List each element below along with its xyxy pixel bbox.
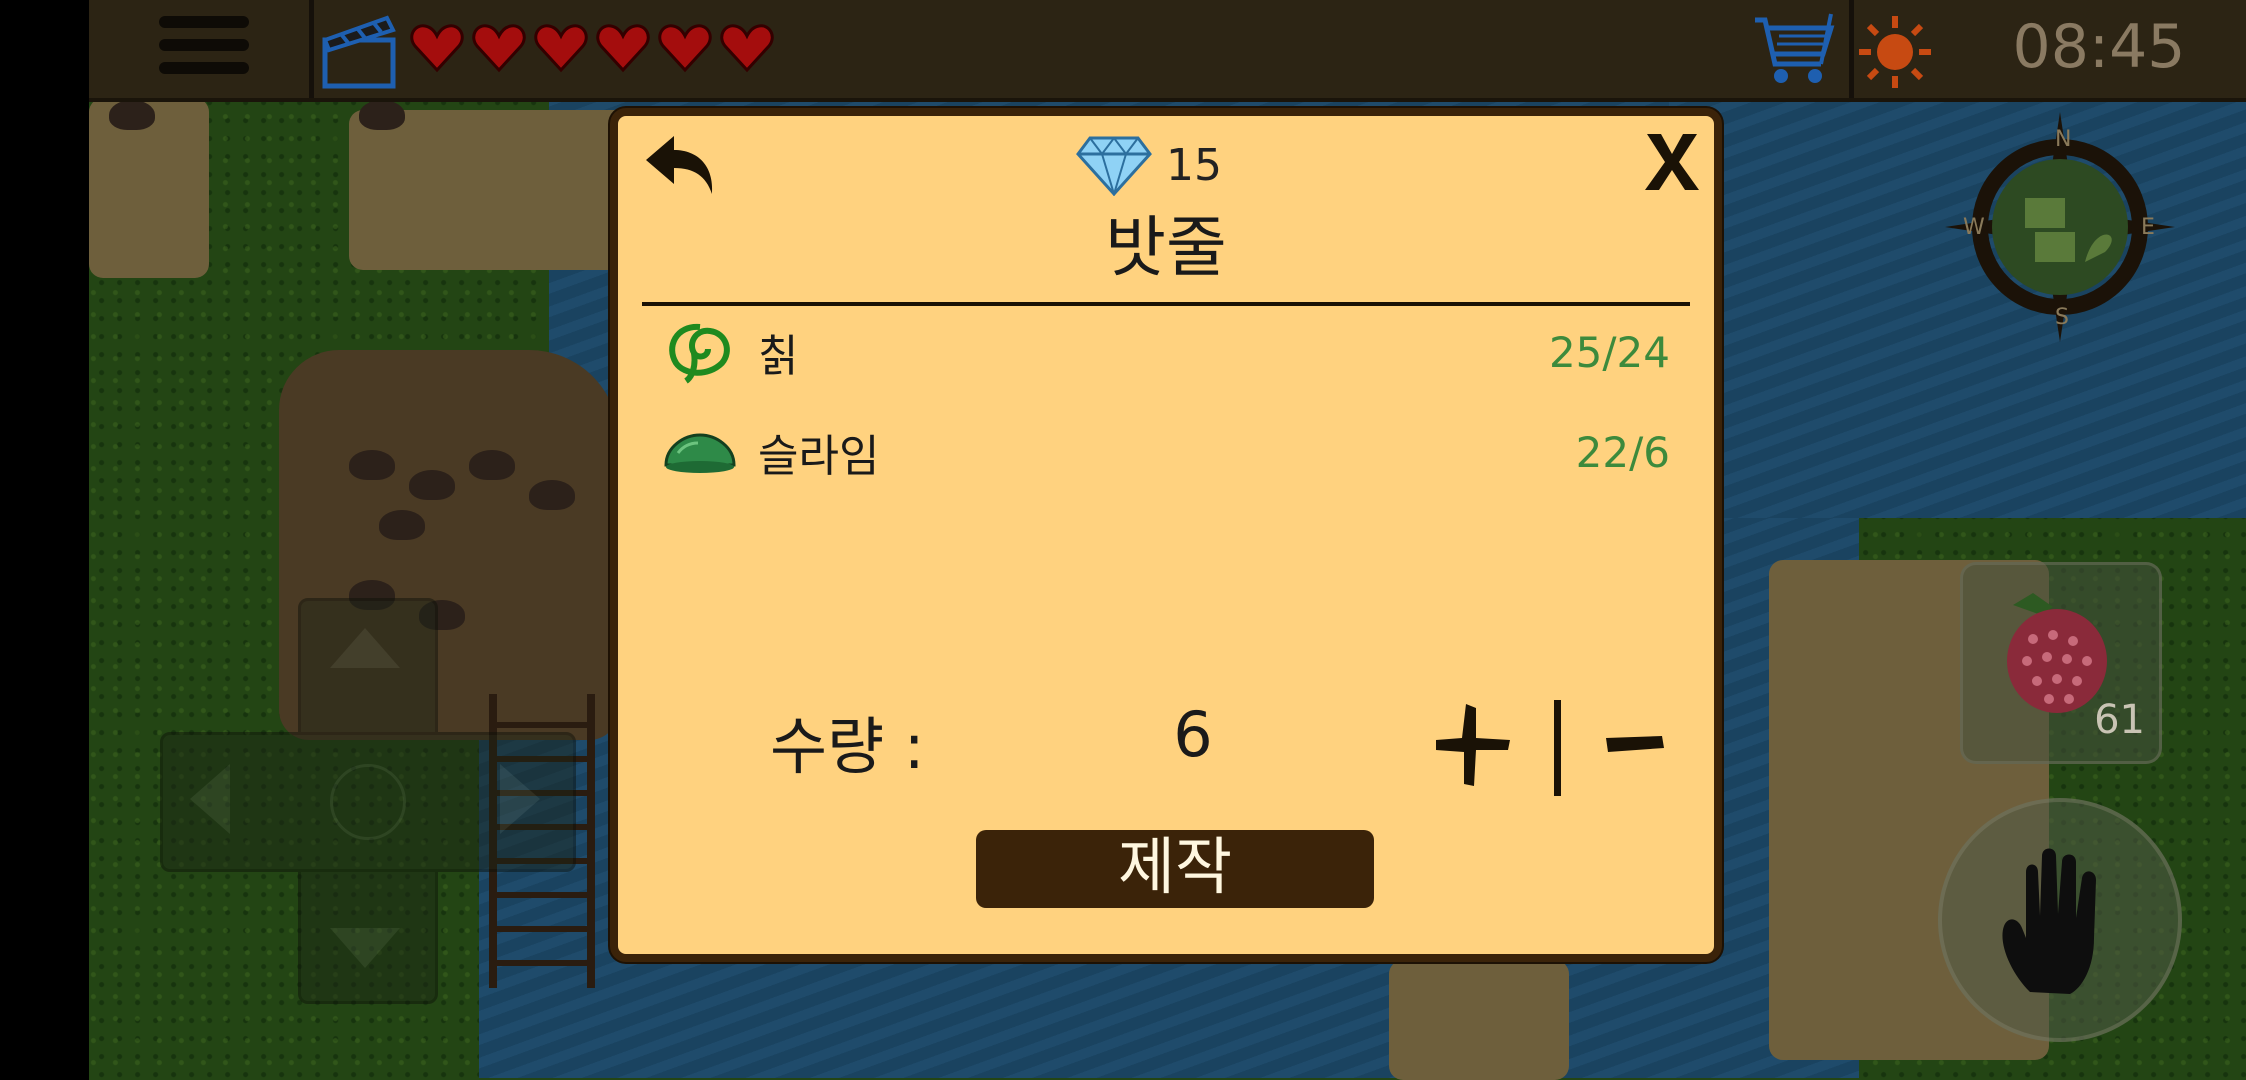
ingredient-row: 칡 25/24 (662, 312, 1670, 392)
gem-count: 15 (1166, 140, 1222, 191)
arrow-left-icon[interactable] (190, 764, 230, 834)
plus-icon[interactable] (1432, 700, 1512, 790)
craft-button[interactable]: 제작 (976, 830, 1374, 908)
back-arrow-icon[interactable] (642, 132, 718, 198)
arrow-right-icon[interactable] (500, 764, 540, 834)
heart-icon (472, 24, 526, 73)
rock (359, 100, 405, 130)
heart-icon (596, 24, 650, 73)
vine-icon (669, 323, 730, 384)
sun-icon (1859, 16, 1931, 88)
svg-text:W: W (1963, 215, 1985, 240)
quantity-label: 수량 : (770, 710, 925, 783)
ingredient-name: 슬라임 (758, 431, 880, 482)
ingredient-row: 슬라임 22/6 (662, 412, 1670, 492)
sand-terrain (1389, 960, 1569, 1080)
rock (409, 470, 455, 500)
interact-button[interactable] (1938, 798, 2182, 1042)
hand-icon (2002, 848, 2096, 994)
compass-minimap-icon[interactable]: N S W E (1945, 112, 2175, 342)
heart-icon (410, 24, 464, 73)
svg-text:E: E (2141, 215, 2155, 240)
ingredient-amount: 22/6 (1575, 427, 1670, 477)
recipe-title: 밧줄 (1105, 209, 1227, 286)
diamond-icon (1076, 136, 1152, 196)
minus-icon[interactable] (1604, 728, 1666, 760)
health-hearts (409, 22, 775, 74)
item-count: 61 (2094, 697, 2145, 743)
close-icon[interactable] (1643, 130, 1701, 194)
heart-icon (658, 24, 712, 73)
ingredient-name: 칡 (758, 331, 799, 382)
rock (349, 450, 395, 480)
top-hud: 08:45 (89, 0, 2246, 102)
menu-icon[interactable] (159, 16, 249, 82)
cart-icon[interactable] (1751, 10, 1837, 90)
quantity-value: 6 (1173, 698, 1213, 771)
rock (469, 450, 515, 480)
rock (379, 510, 425, 540)
clapper-icon[interactable] (321, 10, 397, 90)
svg-text:S: S (2055, 305, 2069, 330)
svg-text:N: N (2055, 127, 2071, 152)
title-divider (642, 302, 1690, 306)
ingredient-amount: 25/24 (1548, 327, 1670, 377)
slime-icon (664, 433, 736, 473)
arrow-up-icon[interactable] (330, 628, 400, 668)
heart-icon (720, 24, 774, 73)
dpad-center (330, 764, 406, 840)
hud-separator (309, 0, 314, 98)
dpad[interactable] (160, 598, 576, 1004)
rock (109, 100, 155, 130)
arrow-down-icon[interactable] (330, 928, 400, 968)
game-clock: 08:45 (2012, 12, 2186, 82)
quantity-separator (1554, 700, 1561, 796)
crafting-dialog: 15 밧줄 칡 25/24 슬라임 22/6 수량 : 6 제작 (610, 108, 1722, 962)
heart-icon (534, 24, 588, 73)
hud-separator (1849, 0, 1854, 98)
berry-icon (2007, 593, 2107, 713)
rock (529, 480, 575, 510)
quick-item-slot[interactable]: 61 (1960, 562, 2162, 764)
